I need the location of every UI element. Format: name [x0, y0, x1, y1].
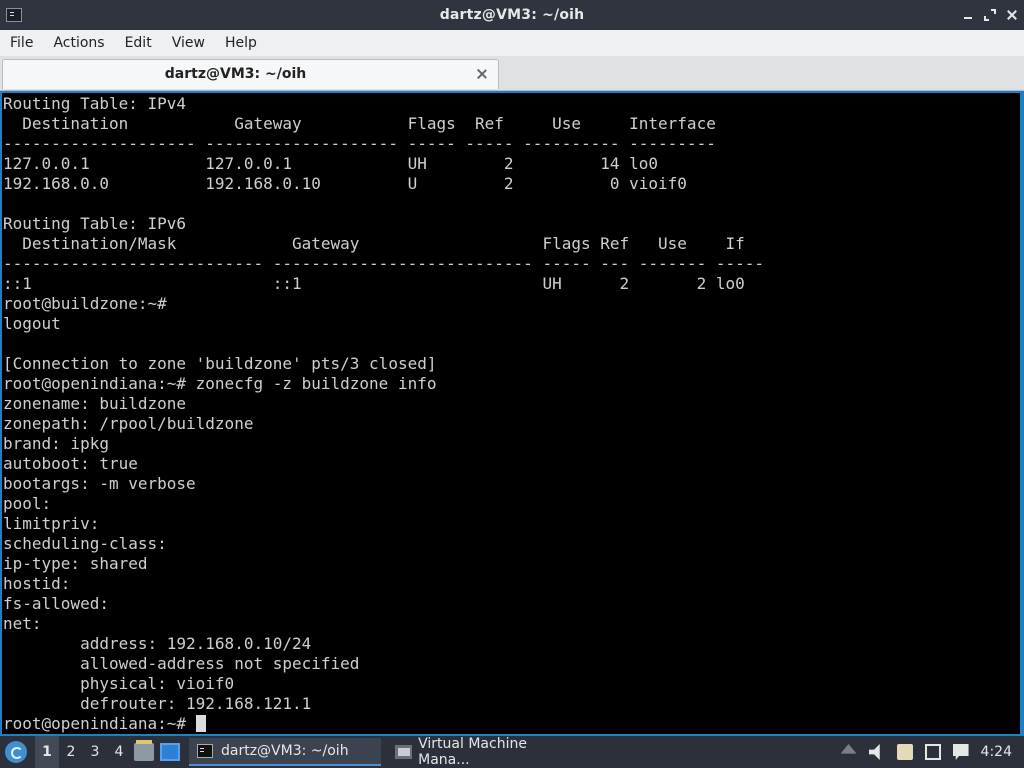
terminal-line: limitpriv: — [3, 514, 100, 533]
window-titlebar[interactable]: dartz@VM3: ~/oih — [0, 0, 1024, 30]
terminal-line: logout — [3, 314, 61, 333]
terminal-line: root@openindiana:~# zonecfg -z buildzone… — [3, 374, 437, 393]
terminal-line: defrouter: 192.168.121.1 — [80, 694, 312, 713]
terminal-line: Routing Table: IPv4 — [3, 94, 187, 113]
terminal-line: zonename: buildzone — [3, 394, 187, 413]
terminal-view[interactable]: Routing Table: IPv4 Destination Gateway … — [0, 91, 1024, 736]
taskbar: 1 2 3 4 dartz@VM3: ~/oih Virtual Machine… — [0, 736, 1024, 768]
tab-close-icon[interactable] — [476, 68, 488, 80]
volume-icon[interactable] — [868, 744, 880, 760]
terminal-line: physical: vioif0 — [80, 674, 235, 693]
task-label: Virtual Machine Mana... — [418, 736, 527, 768]
terminal-scrollbar[interactable] — [1020, 93, 1022, 734]
terminal-prompt: root@openindiana:~# — [3, 714, 196, 733]
workspace-4[interactable]: 4 — [107, 736, 131, 768]
terminal-line: Routing Table: IPv6 — [3, 214, 187, 233]
terminal-line: pool: — [3, 494, 52, 513]
network-icon[interactable] — [924, 744, 941, 760]
window-controls — [962, 0, 1018, 30]
terminal-line: address: 192.168.0.10/24 — [80, 634, 312, 653]
menu-view[interactable]: View — [162, 30, 215, 56]
file-manager-icon[interactable] — [134, 740, 154, 761]
terminal-line: scheduling-class: — [3, 534, 167, 553]
window-title: dartz@VM3: ~/oih — [439, 7, 585, 23]
clipboard-icon[interactable] — [896, 744, 913, 760]
tab-bar: dartz@VM3: ~/oih — [0, 56, 1024, 91]
terminal-line: --------------------------- ------------… — [3, 254, 764, 273]
menu-file[interactable]: File — [0, 30, 43, 56]
terminal-line: root@buildzone:~# — [3, 294, 167, 313]
menu-edit[interactable]: Edit — [115, 30, 162, 56]
terminal-line: allowed-address not specified — [80, 654, 360, 673]
terminal-icon — [197, 744, 213, 758]
terminal-output: Routing Table: IPv4 Destination Gateway … — [2, 94, 764, 734]
eject-icon[interactable] — [840, 744, 857, 754]
minimize-icon[interactable] — [962, 9, 974, 21]
menu-actions[interactable]: Actions — [43, 30, 114, 56]
terminal-line: 192.168.0.0 192.168.0.10 U 2 0 vioif0 — [3, 174, 687, 193]
terminal-line: net: — [3, 614, 42, 633]
terminal-line: ip-type: shared — [3, 554, 148, 573]
start-menu-icon[interactable] — [5, 741, 27, 763]
terminal-line: hostid: — [3, 574, 71, 593]
menu-bar: File Actions Edit View Help — [0, 30, 1024, 56]
terminal-line: -------------------- -------------------… — [3, 134, 716, 153]
terminal-line: Destination Gateway Flags Ref Use Interf… — [22, 114, 716, 133]
terminal-line: Destination/Mask Gateway Flags Ref Use I… — [22, 234, 745, 253]
virtual-machine-manager-icon — [395, 745, 413, 759]
task-label: dartz@VM3: ~/oih — [221, 743, 349, 759]
terminal-line: bootargs: -m verbose — [3, 474, 196, 493]
system-tray: 4:24 — [835, 736, 1024, 768]
workspace-switcher: 1 2 3 4 — [35, 736, 131, 768]
terminal-line: autoboot: true — [3, 454, 138, 473]
workspace-1[interactable]: 1 — [35, 736, 59, 768]
maximize-icon[interactable] — [984, 9, 996, 21]
clock[interactable]: 4:24 — [981, 744, 1012, 760]
tab-label: dartz@VM3: ~/oih — [164, 66, 307, 82]
terminal-line: brand: ipkg — [3, 434, 109, 453]
notification-icon[interactable] — [952, 744, 969, 760]
terminal-line: ::1 ::1 UH 2 2 lo0 — [3, 274, 745, 293]
terminal-line: [Connection to zone 'buildzone' pts/3 cl… — [3, 354, 437, 373]
text-cursor — [195, 715, 206, 732]
task-virt-manager[interactable]: Virtual Machine Mana... — [387, 736, 583, 768]
terminal-line: zonepath: /rpool/buildzone — [3, 414, 254, 433]
terminal-lines: Routing Table: IPv4 Destination Gateway … — [3, 94, 764, 713]
menu-help[interactable]: Help — [215, 30, 267, 56]
show-desktop-icon[interactable] — [160, 743, 180, 761]
workspace-3[interactable]: 3 — [83, 736, 107, 768]
terminal-tab[interactable]: dartz@VM3: ~/oih — [2, 59, 499, 89]
task-terminal[interactable]: dartz@VM3: ~/oih — [189, 738, 381, 766]
workspace-2[interactable]: 2 — [59, 736, 83, 768]
terminal-line: 127.0.0.1 127.0.0.1 UH 2 14 lo0 — [3, 154, 659, 173]
close-icon[interactable] — [1006, 9, 1018, 21]
terminal-line: fs-allowed: — [3, 594, 109, 613]
